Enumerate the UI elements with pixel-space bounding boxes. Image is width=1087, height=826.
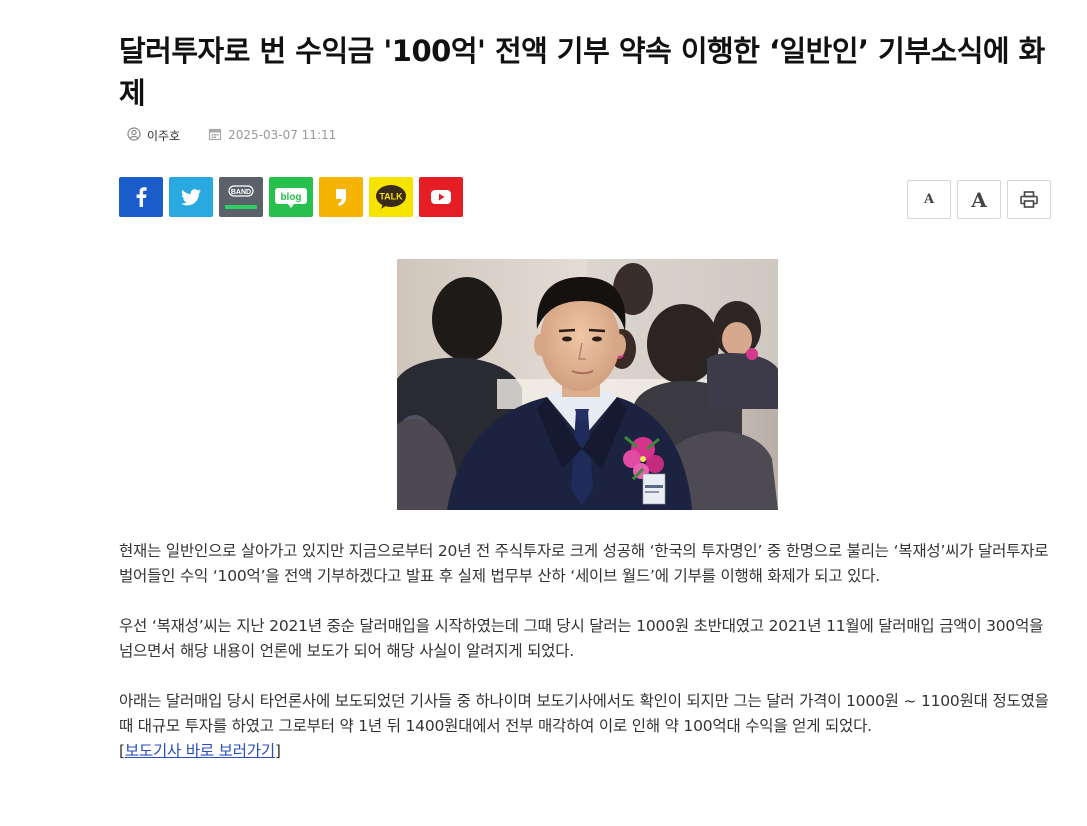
author: 이주호 [127, 126, 181, 144]
man-with-corsage-image [397, 259, 778, 510]
article-title: 달러투자로 번 수익금 '100억' 전액 기부 약속 이행한 ‘일반인’ 기부… [119, 34, 1045, 110]
link-bracket-close: ] [274, 742, 281, 760]
date-text: 2025-03-07 11:11 [228, 128, 337, 142]
article-meta: 이주호 2025-03-07 11:11 [127, 126, 336, 144]
share-bar: BAND blog TALK [119, 177, 463, 217]
share-kakaotalk-button[interactable]: TALK [369, 177, 413, 217]
svg-text:BAND: BAND [231, 189, 251, 196]
blog-icon: blog [275, 188, 307, 208]
share-twitter-button[interactable] [169, 177, 213, 217]
body-paragraph-3: 아래는 달러매입 당시 타언론사에 보도되었던 기사들 중 하나이며 보도기사에… [119, 692, 1049, 735]
svg-text:TALK: TALK [379, 192, 403, 202]
share-blog-button[interactable]: blog [269, 177, 313, 217]
article-tools: A A [907, 180, 1051, 219]
share-band-button[interactable]: BAND [219, 177, 263, 217]
font-increase-button[interactable]: A [957, 180, 1001, 219]
article-photo [397, 259, 778, 510]
share-youtube-button[interactable] [419, 177, 463, 217]
print-button[interactable] [1007, 180, 1051, 219]
kakaotalk-icon: TALK [376, 185, 406, 209]
facebook-icon [136, 187, 147, 207]
publish-date: 2025-03-07 11:11 [208, 127, 336, 144]
share-kakaostory-button[interactable] [319, 177, 363, 217]
news-link-line: [보도기사 바로 보러가기] [119, 739, 1049, 764]
person-icon [127, 126, 141, 144]
body-paragraph-2: 우선 ‘복재성’씨는 지난 2021년 중순 달러매입을 시작하였는데 그때 당… [119, 617, 1044, 660]
share-facebook-button[interactable] [119, 177, 163, 217]
news-article-link[interactable]: 보도기사 바로 보러가기 [125, 742, 275, 760]
print-icon [1020, 191, 1038, 208]
svg-text:blog: blog [280, 192, 301, 203]
kakaostory-icon [336, 189, 346, 206]
youtube-icon [431, 190, 451, 204]
twitter-icon [181, 188, 201, 205]
font-decrease-button[interactable]: A [907, 180, 951, 219]
calendar-icon [208, 127, 222, 144]
article-body: 현재는 일반인으로 살아가고 있지만 지금으로부터 20년 전 주식투자로 크게… [119, 539, 1049, 764]
author-name: 이주호 [147, 128, 181, 143]
body-paragraph-1: 현재는 일반인으로 살아가고 있지만 지금으로부터 20년 전 주식투자로 크게… [119, 542, 1049, 585]
band-icon: BAND [225, 185, 257, 209]
